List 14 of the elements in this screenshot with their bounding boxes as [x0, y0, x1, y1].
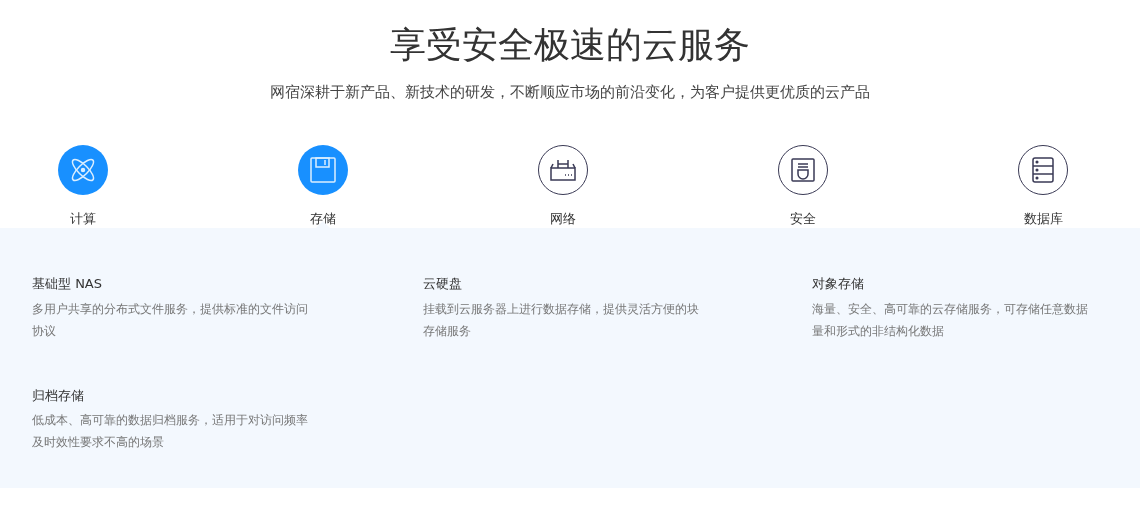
product-description: 海量、安全、高可靠的云存储服务，可存储任意数据量和形式的非结构化数据	[812, 300, 1089, 340]
category-tab[interactable]: 数据库	[923, 145, 1140, 229]
category-tab[interactable]: 计算	[0, 145, 203, 229]
subheading: 网宿深耕于新产品、新技术的研发，不断顺应市场的前沿变化，为客户提供更优质的云产品	[270, 82, 870, 101]
product-description: 挂载到云服务器上进行数据存储，提供灵活方便的块存储服务	[423, 300, 700, 340]
product-title[interactable]: 云硬盘	[423, 274, 812, 294]
category-tab[interactable]: 安全	[683, 145, 923, 229]
product-title[interactable]: 基础型 NAS	[32, 274, 423, 294]
product-description: 低成本、高可靠的数据归档服务，适用于对访问频率及时效性要求不高的场景	[32, 412, 309, 452]
product-description: 多用户共享的分布式文件服务，提供标准的文件访问协议	[32, 300, 309, 340]
category-tab[interactable]: 网络	[443, 145, 683, 229]
heading: 享受安全极速的云服务	[389, 23, 751, 67]
product-title[interactable]: 归档存储	[32, 385, 423, 406]
product-title[interactable]: 对象存储	[812, 274, 1112, 294]
